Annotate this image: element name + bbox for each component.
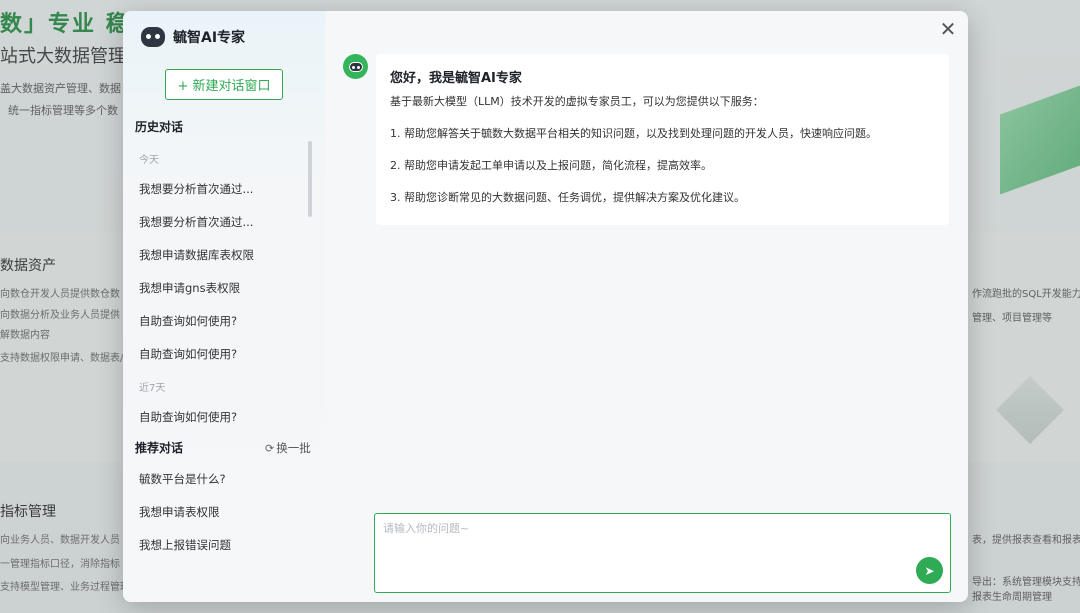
history-group-label: 今天	[139, 155, 159, 166]
history-group-label: 近7天	[139, 383, 166, 394]
history-item[interactable]: 自助查询如何使用?	[139, 346, 309, 362]
history-item[interactable]: 我想申请gns表权限	[139, 280, 309, 296]
history-item[interactable]: 自助查询如何使用?	[139, 313, 309, 329]
question-input[interactable]	[375, 514, 950, 592]
close-icon[interactable]: ✕	[938, 19, 958, 39]
send-button[interactable]: ➤	[916, 557, 943, 584]
refresh-icon: ⟳	[265, 441, 275, 455]
recommend-item[interactable]: 毓数平台是什么?	[139, 471, 309, 487]
recommend-item[interactable]: 我想申请表权限	[139, 504, 309, 520]
history-title: 历史对话	[135, 120, 184, 134]
new-chat-button[interactable]: + 新建对话窗口	[165, 69, 283, 100]
welcome-message: 您好，我是毓智AI专家 基于最新大模型（LLM）技术开发的虚拟专家员工，可以为您…	[376, 54, 949, 225]
robot-icon	[141, 27, 165, 47]
brand: 毓智AI专家	[141, 27, 245, 47]
history-scrollbar[interactable]	[308, 141, 312, 217]
message-title: 您好，我是毓智AI专家	[390, 71, 522, 86]
brand-name: 毓智AI专家	[173, 30, 246, 46]
recommend-title: 推荐对话	[135, 441, 184, 455]
refresh-label: 换一批	[276, 441, 311, 455]
send-icon: ➤	[924, 563, 935, 578]
chat-sidebar: 毓智AI专家 + 新建对话窗口 历史对话 今天 我想要分析首次通过... 我想要…	[123, 11, 325, 602]
message-item: 3. 帮助您诊断常见的大数据问题、任务调优，提供解决方案及优化建议。	[390, 190, 745, 204]
message-intro: 基于最新大模型（LLM）技术开发的虚拟专家员工，可以为您提供以下服务：	[390, 95, 764, 108]
message-item: 2. 帮助您申请发起工单申请以及上报问题，简化流程，提高效率。	[390, 158, 712, 172]
question-input-box: ➤	[374, 513, 951, 593]
bot-avatar	[343, 54, 368, 79]
history-item[interactable]: 我想要分析首次通过...	[139, 181, 309, 197]
ai-expert-dialog: 毓智AI专家 + 新建对话窗口 历史对话 今天 我想要分析首次通过... 我想要…	[123, 11, 968, 602]
message-item: 1. 帮助您解答关于毓数大数据平台相关的知识问题，以及找到处理问题的开发人员，快…	[390, 126, 877, 140]
history-item[interactable]: 我想要分析首次通过...	[139, 214, 309, 230]
history-item[interactable]: 我想申请数据库表权限	[139, 247, 309, 263]
recommend-item[interactable]: 我想上报错误问题	[139, 537, 309, 553]
robot-icon	[348, 61, 363, 72]
history-item[interactable]: 自助查询如何使用?	[139, 409, 309, 425]
refresh-recommend-button[interactable]: ⟳ 换一批	[265, 440, 311, 456]
